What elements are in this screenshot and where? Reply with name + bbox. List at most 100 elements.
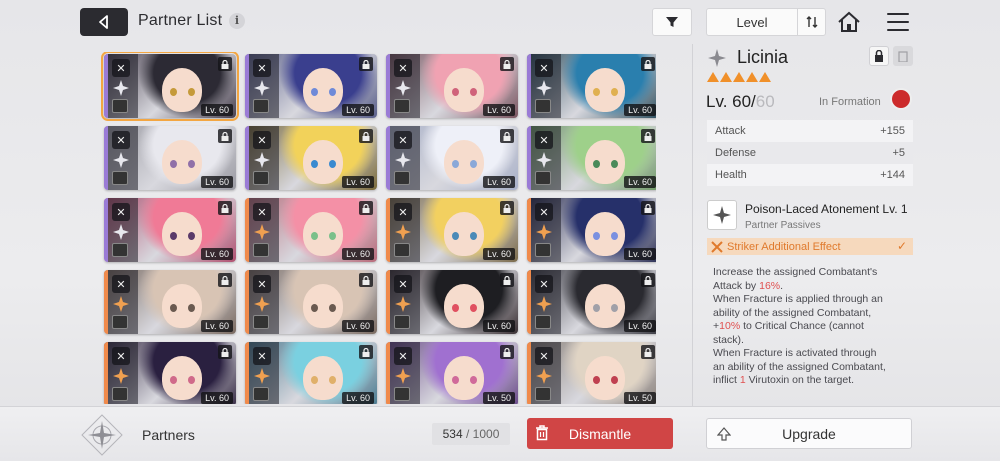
eye-shape: [170, 376, 177, 384]
lock-icon: [359, 57, 373, 71]
menu-line: [887, 29, 909, 31]
face-shape: [444, 140, 484, 184]
partner-card[interactable]: ✕ Lv. 60: [527, 54, 656, 118]
class-icon: ✕: [535, 275, 553, 293]
assigned-avatar: [535, 243, 551, 257]
partner-level-badge: Lv. 60: [342, 248, 374, 260]
assigned-avatar: [112, 315, 128, 329]
partner-card[interactable]: ✕ Lv. 60: [386, 270, 518, 334]
class-icon: ✕: [253, 203, 271, 221]
lock-icon: [641, 201, 655, 215]
partner-level-badge: Lv. 60: [201, 176, 233, 188]
partner-card[interactable]: ✕ Lv. 60: [104, 270, 236, 334]
eye-shape: [329, 304, 336, 312]
element-icon: [536, 80, 552, 96]
partner-card[interactable]: ✕ Lv. 50: [527, 342, 656, 404]
page-title: Partner List: [138, 12, 223, 29]
face-shape: [303, 140, 343, 184]
eye-shape: [470, 376, 477, 384]
face-shape: [162, 140, 202, 184]
partner-card[interactable]: ✕ Lv. 60: [104, 126, 236, 190]
shuriken-icon: [713, 206, 731, 224]
eye-shape: [611, 304, 618, 312]
eye-shape: [329, 376, 336, 384]
partner-card[interactable]: ✕ Lv. 60: [104, 198, 236, 262]
element-icon: [254, 80, 270, 96]
eye-shape: [611, 376, 618, 384]
partner-card[interactable]: ✕ Lv. 60: [245, 126, 377, 190]
upgrade-button[interactable]: Upgrade: [706, 418, 912, 449]
partner-card[interactable]: ✕ Lv. 60: [245, 54, 377, 118]
dismantle-button[interactable]: Dismantle: [527, 418, 673, 449]
class-icon: ✕: [535, 347, 553, 365]
class-icon: ✕: [535, 131, 553, 149]
lock-button[interactable]: [869, 46, 889, 66]
desc-text: to Critical Chance (cannot: [740, 320, 864, 332]
class-icon: ✕: [253, 347, 271, 365]
bottom-bar: Partners 534 / 1000 Dismantle Upgrade: [0, 406, 1000, 461]
menu-button[interactable]: [884, 9, 912, 35]
partner-card[interactable]: ✕ Lv. 60: [527, 270, 656, 334]
element-icon: [113, 224, 129, 240]
crossed-swords-icon: [711, 240, 723, 253]
filter-button[interactable]: [652, 8, 692, 36]
face-shape: [162, 356, 202, 400]
element-icon: [395, 152, 411, 168]
face-shape: [585, 68, 625, 112]
dismantle-label: Dismantle: [568, 425, 632, 442]
star-icon: [733, 72, 745, 82]
eye-shape: [470, 304, 477, 312]
element-icon: [254, 296, 270, 312]
partner-level-badge: Lv. 60: [342, 392, 374, 404]
back-button[interactable]: [80, 8, 128, 36]
menu-line: [887, 13, 909, 15]
element-icon: [536, 296, 552, 312]
eye-shape: [470, 232, 477, 240]
desc-text: Virutoxin on the target.: [745, 374, 855, 386]
partner-card[interactable]: ✕ Lv. 60: [104, 342, 236, 404]
formation-avatar[interactable]: [890, 88, 912, 110]
lock-icon: [500, 201, 514, 215]
partner-card[interactable]: ✕ Lv. 60: [386, 126, 518, 190]
upgrade-label: Upgrade: [782, 425, 836, 442]
element-icon: [395, 368, 411, 384]
star-icon: [707, 72, 719, 82]
assigned-avatar: [394, 243, 410, 257]
element-icon: [536, 224, 552, 240]
partners-emblem-icon: [81, 414, 123, 456]
partner-level: Lv. 60/60: [706, 92, 775, 112]
home-button[interactable]: [834, 8, 864, 36]
partner-level-badge: Lv. 60: [342, 176, 374, 188]
face-shape: [303, 284, 343, 328]
face-shape: [303, 212, 343, 256]
element-icon: [113, 80, 129, 96]
desc-line: an ability of the assigned Combatant,: [713, 360, 886, 373]
partner-card[interactable]: ✕ Lv. 60: [527, 126, 656, 190]
info-icon[interactable]: i: [229, 13, 245, 29]
element-icon: [113, 152, 129, 168]
element-icon: [113, 296, 129, 312]
discard-toggle[interactable]: [893, 46, 913, 66]
assigned-avatar: [253, 171, 269, 185]
partner-card[interactable]: ✕ Lv. 60: [245, 198, 377, 262]
trash-icon: [898, 51, 908, 62]
sort-dropdown[interactable]: Level: [706, 8, 826, 36]
partner-level-badge: Lv. 60: [483, 176, 515, 188]
lock-icon: [218, 57, 232, 71]
partner-card[interactable]: ✕ Lv. 60: [245, 342, 377, 404]
trash-icon: [536, 425, 548, 441]
stat-label: Defense: [715, 147, 756, 159]
partner-card[interactable]: ✕ Lv. 60: [101, 52, 239, 121]
partner-card[interactable]: ✕ Lv. 60: [386, 198, 518, 262]
partner-card[interactable]: ✕ Lv. 60: [527, 198, 656, 262]
face-shape: [585, 140, 625, 184]
passive-skill-icon[interactable]: [707, 200, 737, 230]
partner-card[interactable]: ✕ Lv. 60: [386, 54, 518, 118]
face-shape: [585, 212, 625, 256]
partner-card[interactable]: ✕ Lv. 60: [245, 270, 377, 334]
partner-grid: ✕ Lv. 60 ✕ Lv. 60 ✕ Lv. 60 ✕ Lv. 60 ✕ Lv. 60 ✕ Lv. …: [100, 52, 656, 404]
partner-card[interactable]: ✕ Lv. 50: [386, 342, 518, 404]
face-shape: [444, 212, 484, 256]
sort-order-toggle[interactable]: [797, 9, 825, 35]
face-shape: [444, 68, 484, 112]
